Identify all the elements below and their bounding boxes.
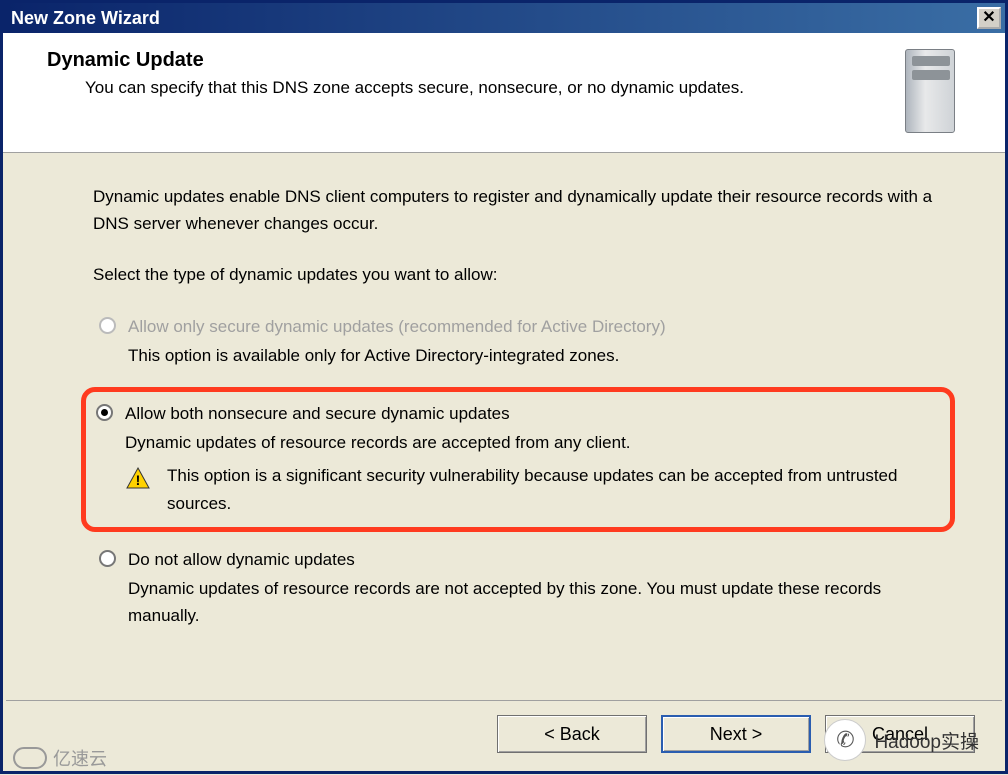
radio-none[interactable]: [99, 550, 116, 567]
close-icon: ✕: [982, 9, 995, 26]
radio-both[interactable]: [96, 404, 113, 421]
option-label: Allow only secure dynamic updates (recom…: [128, 313, 666, 340]
cancel-button[interactable]: Cancel: [825, 715, 975, 753]
watermark-left-text: 亿速云: [53, 745, 107, 771]
wizard-body: Dynamic updates enable DNS client comput…: [3, 153, 1005, 657]
titlebar: New Zone Wizard ✕: [3, 3, 1005, 33]
warning-text: This option is a significant security vu…: [167, 462, 940, 516]
options-group: Allow only secure dynamic updates (recom…: [93, 313, 945, 630]
back-button-label: < Back: [544, 724, 600, 745]
warning-icon: !: [125, 466, 151, 490]
next-button-label: Next >: [710, 724, 763, 745]
option-secure-only: Allow only secure dynamic updates (recom…: [99, 313, 945, 369]
back-button[interactable]: < Back: [497, 715, 647, 753]
option-description: This option is available only for Active…: [128, 342, 945, 369]
option-label: Allow both nonsecure and secure dynamic …: [125, 400, 510, 427]
option-label: Do not allow dynamic updates: [128, 546, 355, 573]
svg-text:!: !: [136, 472, 141, 488]
header-subtitle: You can specify that this DNS zone accep…: [85, 76, 875, 101]
option-none[interactable]: Do not allow dynamic updates Dynamic upd…: [99, 546, 945, 630]
button-row: < Back Next > Cancel: [497, 715, 975, 753]
highlight-box: Allow both nonsecure and secure dynamic …: [81, 387, 955, 532]
option-description: Dynamic updates of resource records are …: [125, 429, 940, 456]
prompt-text: Select the type of dynamic updates you w…: [93, 261, 945, 288]
wizard-window: New Zone Wizard ✕ Dynamic Update You can…: [0, 0, 1008, 774]
wizard-header: Dynamic Update You can specify that this…: [3, 33, 1005, 153]
radio-secure-only: [99, 317, 116, 334]
cancel-button-label: Cancel: [872, 724, 928, 745]
next-button[interactable]: Next >: [661, 715, 811, 753]
intro-text: Dynamic updates enable DNS client comput…: [93, 183, 945, 237]
divider: [6, 700, 1002, 701]
close-button[interactable]: ✕: [977, 7, 1001, 29]
option-description: Dynamic updates of resource records are …: [128, 575, 945, 629]
watermark-left: 亿速云: [3, 741, 117, 775]
cloud-icon: [13, 747, 47, 769]
warning-line: ! This option is a significant security …: [125, 462, 940, 516]
header-title: Dynamic Update: [47, 49, 875, 72]
window-title: New Zone Wizard: [11, 8, 160, 29]
server-icon: [895, 49, 965, 139]
option-both[interactable]: Allow both nonsecure and secure dynamic …: [96, 400, 940, 517]
header-text: Dynamic Update You can specify that this…: [47, 49, 895, 101]
